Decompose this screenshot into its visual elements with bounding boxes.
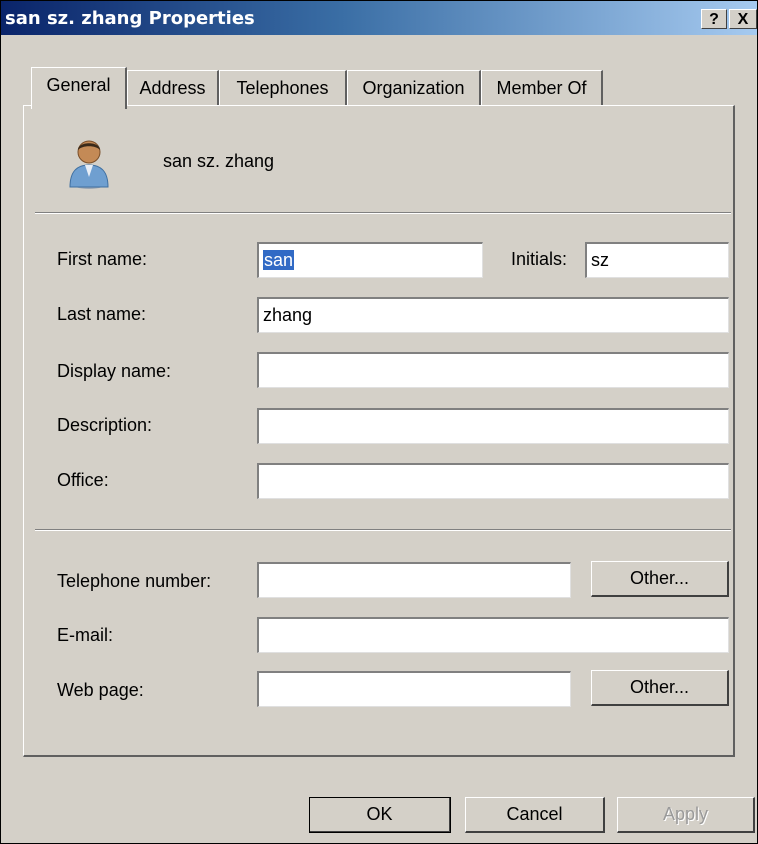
initials-label: Initials: bbox=[511, 249, 568, 269]
telephone-label: Telephone number: bbox=[57, 571, 212, 591]
apply-button[interactable]: Apply bbox=[617, 797, 755, 833]
separator-bottom bbox=[35, 529, 731, 531]
email-field[interactable] bbox=[257, 617, 729, 653]
description-field[interactable] bbox=[257, 408, 729, 444]
tab-general[interactable]: General bbox=[31, 67, 127, 109]
last-name-label: Last name: bbox=[57, 304, 147, 324]
tab-member-of[interactable]: Member Of bbox=[481, 70, 603, 106]
first-name-value: san bbox=[263, 250, 295, 270]
help-button[interactable]: ? bbox=[701, 9, 727, 29]
email-label: E-mail: bbox=[57, 625, 114, 645]
display-name-label: Display name: bbox=[57, 361, 172, 381]
description-label: Description: bbox=[57, 415, 153, 435]
account-display-name: san sz. zhang bbox=[163, 151, 275, 171]
web-page-field[interactable] bbox=[257, 671, 571, 707]
office-label: Office: bbox=[57, 470, 109, 490]
tab-telephones[interactable]: Telephones bbox=[219, 70, 347, 106]
initials-field[interactable]: sz bbox=[585, 242, 729, 278]
last-name-field[interactable]: zhang bbox=[257, 297, 729, 333]
title-bar[interactable]: san sz. zhang Properties ? X bbox=[1, 1, 757, 35]
telephone-other-button[interactable]: Other... bbox=[591, 561, 729, 597]
first-name-field[interactable]: san bbox=[257, 242, 483, 278]
ok-button[interactable]: OK bbox=[309, 797, 451, 833]
cancel-button[interactable]: Cancel bbox=[465, 797, 605, 833]
tab-organization[interactable]: Organization bbox=[347, 70, 481, 106]
properties-dialog: san sz. zhang Properties ? X General Add… bbox=[0, 0, 758, 844]
first-name-label: First name: bbox=[57, 249, 148, 269]
web-page-other-button[interactable]: Other... bbox=[591, 670, 729, 706]
user-icon bbox=[69, 140, 109, 189]
office-field[interactable] bbox=[257, 463, 729, 499]
tab-address[interactable]: Address bbox=[127, 70, 219, 106]
telephone-field[interactable] bbox=[257, 562, 571, 598]
window-title: san sz. zhang Properties bbox=[5, 8, 255, 29]
display-name-field[interactable] bbox=[257, 352, 729, 388]
separator-top bbox=[35, 212, 731, 214]
web-page-label: Web page: bbox=[57, 680, 144, 700]
close-button[interactable]: X bbox=[729, 9, 757, 29]
